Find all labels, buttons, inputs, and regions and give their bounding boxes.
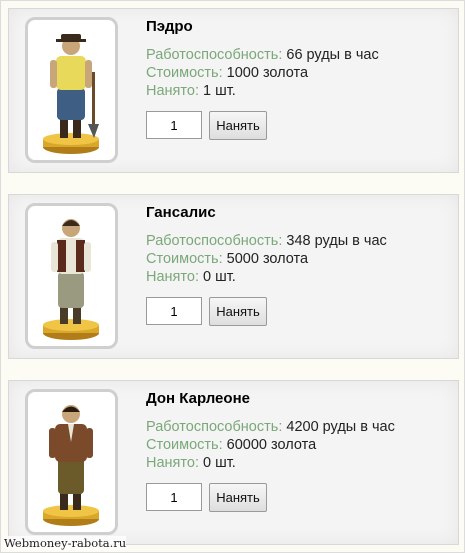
cost-value: 5000 золота bbox=[226, 251, 309, 267]
boss-figure-icon bbox=[43, 405, 99, 526]
productivity-value: 4200 руды в час bbox=[286, 419, 395, 435]
worker-name: Дон Карлеоне bbox=[146, 390, 250, 407]
hire-button[interactable]: Нанять bbox=[209, 483, 267, 512]
cost-label: Стоимость: bbox=[146, 65, 223, 81]
hire-button[interactable]: Нанять bbox=[209, 111, 267, 140]
worker-name: Пэдро bbox=[146, 18, 193, 35]
worker-portrait bbox=[25, 17, 118, 163]
productivity-label: Работоспособность: bbox=[146, 233, 283, 249]
hired-line: Нанято: 0 шт. bbox=[146, 268, 236, 286]
quantity-input[interactable] bbox=[146, 297, 202, 325]
cost-value: 60000 золота bbox=[226, 437, 317, 453]
hired-label: Нанято: bbox=[146, 269, 199, 285]
worker-card-don-karleone: Дон Карлеоне Работоспособность: 4200 руд… bbox=[8, 380, 459, 545]
hired-line: Нанято: 0 шт. bbox=[146, 454, 236, 472]
worker-card-pedro: Пэдро Работоспособность: 66 руды в час С… bbox=[8, 8, 459, 173]
cost-line: Стоимость: 60000 золота bbox=[146, 436, 316, 454]
worker-portrait bbox=[25, 203, 118, 349]
worker-name: Гансалис bbox=[146, 204, 216, 221]
cost-line: Стоимость: 5000 золота bbox=[146, 250, 308, 268]
productivity-line: Работоспособность: 348 руды в час bbox=[146, 232, 387, 250]
hired-label: Нанято: bbox=[146, 455, 199, 471]
productivity-label: Работоспособность: bbox=[146, 47, 283, 63]
quantity-input[interactable] bbox=[146, 483, 202, 511]
productivity-label: Работоспособность: bbox=[146, 419, 283, 435]
hired-value: 0 шт. bbox=[203, 269, 236, 285]
cost-value: 1000 золота bbox=[226, 65, 309, 81]
cost-label: Стоимость: bbox=[146, 437, 223, 453]
hire-button[interactable]: Нанять bbox=[209, 297, 267, 326]
worker-portrait bbox=[25, 389, 118, 535]
miner-figure-icon bbox=[43, 34, 99, 154]
hired-label: Нанято: bbox=[146, 83, 199, 99]
cost-line: Стоимость: 1000 золота bbox=[146, 64, 308, 82]
hired-value: 1 шт. bbox=[203, 83, 236, 99]
quantity-input[interactable] bbox=[146, 111, 202, 139]
productivity-value: 66 руды в час bbox=[286, 47, 379, 63]
hired-value: 0 шт. bbox=[203, 455, 236, 471]
hired-line: Нанято: 1 шт. bbox=[146, 82, 236, 100]
worker-figure-icon bbox=[43, 219, 99, 340]
watermark: Webmoney-rabota.ru bbox=[4, 536, 127, 550]
cost-label: Стоимость: bbox=[146, 251, 223, 267]
productivity-value: 348 руды в час bbox=[286, 233, 387, 249]
worker-card-gansalis: Гансалис Работоспособность: 348 руды в ч… bbox=[8, 194, 459, 359]
productivity-line: Работоспособность: 4200 руды в час bbox=[146, 418, 395, 436]
productivity-line: Работоспособность: 66 руды в час bbox=[146, 46, 379, 64]
